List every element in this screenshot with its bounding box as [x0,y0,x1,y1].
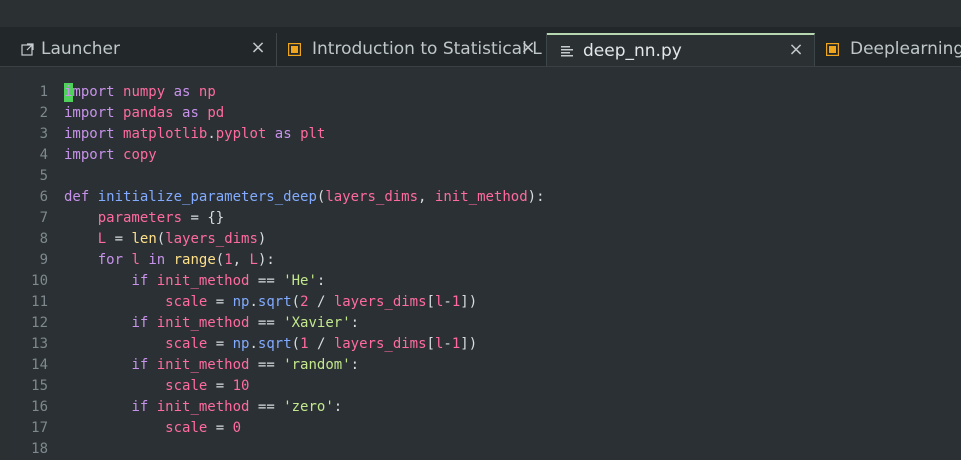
line-number: 4 [39,147,48,163]
code-line: import pandas as pd [64,105,225,121]
tab-bar: Launcher × Introduction to Statistical L… [0,27,961,67]
code-line: def initialize_parameters_deep(layers_di… [64,189,545,205]
close-icon[interactable]: × [250,39,266,57]
file-text-icon [560,43,573,57]
code-line: if init_method == 'random': [131,357,360,373]
close-icon[interactable]: × [788,41,804,59]
code-line: scale = 0 [165,420,242,436]
line-number: 5 [39,168,48,184]
tab-label: Launcher [41,39,121,59]
code-line: scale = np.sqrt(1 / layers_dims[l-1]) [165,336,478,352]
code-line: for l in range(1, L): [97,252,275,268]
line-number: 16 [31,399,48,415]
tab-deeplearning[interactable]: Deeplearning_ [815,33,961,66]
code-line: parameters = {} [97,210,225,226]
code-line: import numpy as np [64,84,216,100]
jupyterlab-window: Launcher × Introduction to Statistical L… [0,0,961,460]
line-number: 6 [39,189,48,205]
tab-launcher[interactable]: Launcher × [10,33,277,66]
code-line: if init_method == 'He': [131,273,326,289]
line-number: 7 [39,210,48,226]
line-number: 1 [39,84,48,100]
line-number: 13 [31,336,48,352]
notebook-icon [287,41,302,57]
code-line: scale = 10 [165,378,250,394]
line-number: 17 [31,420,48,436]
tab-label: Deeplearning_ [850,39,961,59]
code-editor[interactable]: 1 2 3 4 5 6 7 8 9 10 11 12 13 14 15 16 1… [10,68,961,460]
line-number: 11 [31,294,48,310]
code-line: L = len(layers_dims) [97,231,267,247]
code-line: import matplotlib.pyplot as plt [64,126,326,142]
line-number: 15 [31,378,48,394]
code-line: if init_method == 'Xavier': [131,315,360,331]
line-number: 2 [39,105,48,121]
line-number-gutter: 1 2 3 4 5 6 7 8 9 10 11 12 13 14 15 16 1… [10,68,58,460]
tab-introduction-statistical[interactable]: Introduction to Statistical L × [277,33,547,66]
notebook-icon [825,41,840,57]
line-number: 10 [31,273,48,289]
code-text-area[interactable]: import numpy as np import pandas as pd i… [64,68,961,460]
code-line: scale = np.sqrt(2 / layers_dims[l-1]) [165,294,478,310]
line-number: 9 [39,252,48,268]
close-icon[interactable]: × [520,39,536,57]
tab-deep-nn[interactable]: deep_nn.py × [547,33,815,66]
line-number: 14 [31,357,48,373]
external-link-icon [21,41,34,56]
line-number: 18 [31,441,48,457]
line-number: 3 [39,126,48,142]
line-number: 8 [39,231,48,247]
code-line: import copy [64,147,157,163]
tab-label: Introduction to Statistical L [312,39,542,59]
line-number: 12 [31,315,48,331]
code-line: if init_method == 'zero': [131,399,343,415]
top-strip [0,0,961,27]
tab-label: deep_nn.py [583,41,682,61]
